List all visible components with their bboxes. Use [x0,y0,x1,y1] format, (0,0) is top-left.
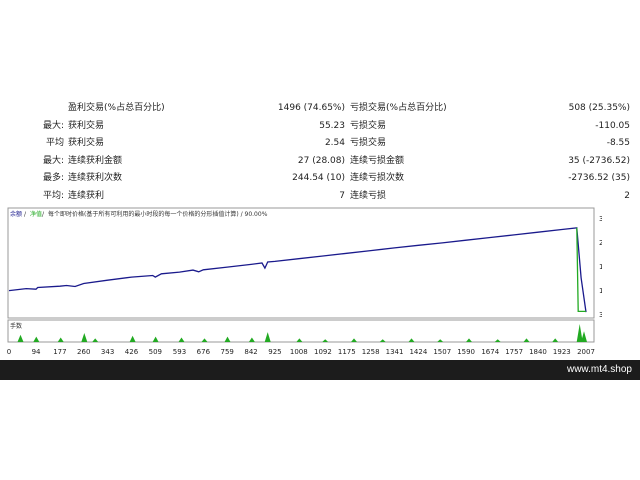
report-row: 最多: 连续获利次数 244.54 (10) 连续亏损次数 -2736.52 (35) [0,170,640,187]
x-tick-label: 925 [268,348,281,356]
x-tick-label: 1341 [386,348,404,356]
legend-balance: 余额 [10,210,22,218]
x-tick-label: 509 [149,348,162,356]
y-tick-label: 2467 [599,239,602,247]
report-cell-l3: 连续亏损次数 [350,173,405,183]
report-cell-l2: 获利交易 [68,138,105,148]
report-cell-v1: 55.23 [319,120,345,131]
report-cell-v1: 1496 (74.65%) [277,103,345,113]
report-cell-v2: 2 [624,190,630,201]
footer-bar: www.mt4.shop [0,360,640,380]
report-cell-v2: 508 (25.35%) [568,103,630,113]
report-cell-v1: 27 (28.08) [297,155,345,166]
volume-label: 手数 [10,322,22,330]
x-tick-label: 177 [53,348,66,356]
x-tick-label: 1840 [529,348,547,356]
x-tick-label: 94 [32,348,41,356]
report-cell-l1: 最多: [42,173,64,183]
report-row: 盈利交易(%占总百分比) 1496 (74.65%) 亏损交易(%占总百分比) 508… [0,100,640,117]
volume-panel-frame [7,319,595,343]
y-tick-label: 1752 [599,263,602,271]
report-cell-l1: 最大: [42,120,64,131]
report-cell-l2: 连续获利次数 [68,173,123,183]
report-cell-v1: 2.54 [324,138,345,148]
report-cell-l2: 连续获利 [68,190,105,201]
report-cell-l3: 亏损交易(%占总百分比) [350,103,447,113]
report-row: 平均 获利交易 2.54 亏损交易 -8.55 [0,135,640,152]
report-cell-v1: 244.54 (10) [292,173,345,183]
x-tick-label: 593 [173,348,186,356]
report-cell-v2: 35 (-2736.52) [568,155,630,166]
report-cell-l1: 平均 [45,138,64,148]
report-cell-l2: 获利交易 [68,120,105,131]
report-row: 最大: 连续获利金额 27 (28.08) 连续亏损金额 35 (-2736.52) [0,153,640,170]
report-cell-l3: 连续亏损 [350,190,387,201]
report-stats-table: 盈利交易(%占总百分比) 1496 (74.65%) 亏损交易(%占总百分比) 508… [0,100,640,206]
legend-note: 每个即时价格(基于所有可利用的最小时段的每一个价格的分形插值计算) / 90.0… [48,210,268,218]
x-tick-label: 2007 [577,348,595,356]
x-tick-label: 343 [101,348,114,356]
x-tick-label: 759 [221,348,234,356]
report-cell-l3: 亏损交易 [350,138,387,148]
x-tick-label: 1008 [290,348,308,356]
report-cell-l3: 连续亏损金额 [350,155,405,166]
x-tick-label: 1424 [409,348,427,356]
main-panel-frame [7,207,595,319]
x-tick-label: 1507 [433,348,451,356]
x-tick-label: 1258 [362,348,380,356]
report-cell-v2: -8.55 [606,138,630,148]
x-tick-label: 1590 [457,348,475,356]
x-tick-label: 426 [125,348,139,356]
x-tick-label: 842 [244,348,257,356]
report-cell-l3: 亏损交易 [350,120,387,131]
report-cell-l2: 盈利交易(%占总百分比) [68,103,165,113]
x-tick-label: 0 [7,348,11,356]
report-cell-l1: 平均: [42,190,64,201]
y-tick-label: 3182 [599,215,602,223]
report-cell-v2: -2736.52 (35) [568,173,630,183]
report-cell-l2: 连续获利金额 [68,155,123,166]
x-tick-label: 1175 [338,348,356,356]
x-tick-label: 1757 [505,348,523,356]
x-tick-label: 1674 [481,348,499,356]
y-tick-label: 1037 [599,287,602,295]
watermark-text: www.mt4.shop [566,364,632,375]
x-tick-label: 676 [197,348,211,356]
x-tick-label: 1092 [314,348,332,356]
report-cell-v1: 7 [339,190,345,201]
x-tick-label: 260 [77,348,90,356]
report-cell-l1: 最大: [42,155,64,166]
report-row: 最大: 获利交易 55.23 亏损交易 -110.05 [0,118,640,135]
balance-chart: 余额 / 净值 / 每个即时价格(基于所有可利用的最小时段的每一个价格的分形插值计算) … [6,206,617,358]
legend-equity: 净值 [30,210,42,218]
report-cell-v2: -110.05 [595,120,630,131]
y-tick-label: 322 [599,311,602,319]
x-tick-label: 1923 [553,348,571,356]
balance-chart-svg: 余额 / 净值 / 每个即时价格(基于所有可利用的最小时段的每一个价格的分形插值计算) … [7,207,617,356]
report-row: 平均: 连续获利 7 连续亏损 2 [0,188,640,205]
